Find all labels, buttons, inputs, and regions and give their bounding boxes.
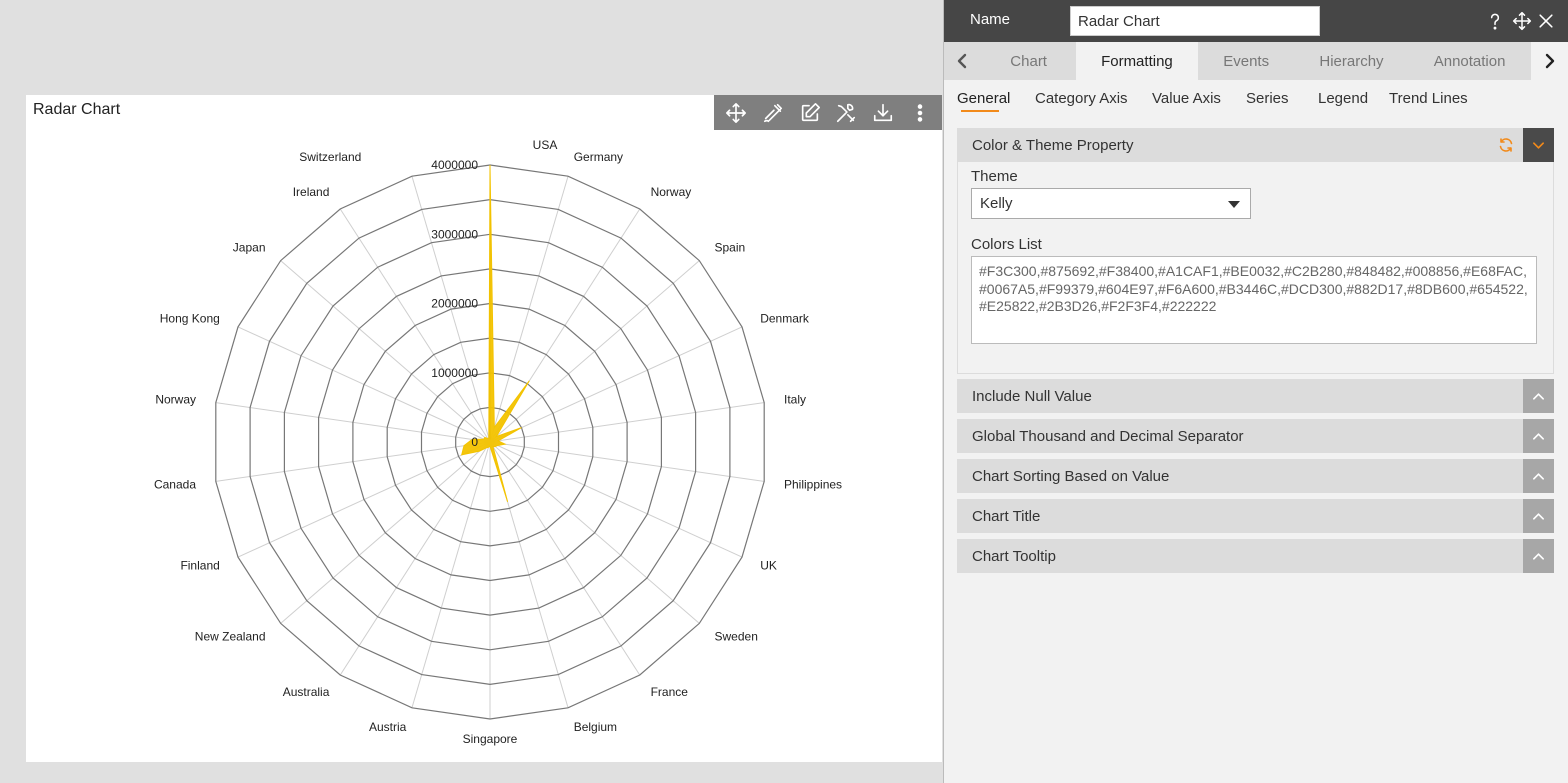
section-chart-title[interactable]: Chart Title: [957, 499, 1554, 533]
category-label: Austria: [369, 720, 407, 734]
refresh-icon[interactable]: [1498, 137, 1514, 153]
download-icon[interactable]: [868, 98, 898, 128]
category-label: Finland: [180, 558, 219, 572]
section-title: Chart Tooltip: [972, 548, 1056, 565]
chevron-down-icon[interactable]: [1523, 128, 1554, 162]
category-label: New Zealand: [195, 630, 266, 644]
tab-scroll-left-icon[interactable]: [944, 42, 981, 80]
radar-chart: 0 1000000 2000000 3000000 4000000 USA Germany N…: [154, 138, 842, 746]
category-label: Hong Kong: [160, 312, 220, 326]
section-title: Color & Theme Property: [972, 137, 1134, 154]
value-axis-tick-label: 2000000: [431, 297, 478, 311]
section-color-theme-property[interactable]: Color & Theme Property: [957, 128, 1554, 162]
category-label: Canada: [154, 477, 196, 491]
chevron-up-icon[interactable]: [1523, 459, 1554, 493]
subtab-legend[interactable]: Legend: [1318, 90, 1368, 107]
theme-label: Theme: [971, 168, 1018, 185]
panel-header: Name: [944, 0, 1568, 42]
move-icon[interactable]: [721, 98, 751, 128]
properties-panel: Name Chart Formatting Events Hierarchy A…: [943, 0, 1568, 783]
category-label: Japan: [233, 241, 266, 255]
tab-bar: Chart Formatting Events Hierarchy Annota…: [944, 42, 1568, 80]
chart-toolbar: [714, 95, 942, 130]
subtab-bar: General Category Axis Value Axis Series …: [944, 80, 1568, 128]
category-label: Australia: [283, 685, 330, 699]
value-axis-tick-label: 1000000: [431, 366, 478, 380]
close-icon[interactable]: [1535, 9, 1557, 33]
subtab-category-axis[interactable]: Category Axis: [1035, 90, 1128, 107]
category-label: Switzerland: [299, 150, 361, 164]
category-label: Norway: [155, 393, 196, 407]
section-chart-tooltip[interactable]: Chart Tooltip: [957, 539, 1554, 573]
subtab-general[interactable]: General: [957, 90, 1010, 107]
color-theme-body: Theme Kelly Colors List #F3C300,#875692,…: [957, 162, 1554, 374]
section-chart-sorting[interactable]: Chart Sorting Based on Value: [957, 459, 1554, 493]
category-label: Ireland: [293, 185, 330, 199]
value-axis-tick-label: 4000000: [431, 158, 478, 172]
chevron-up-icon[interactable]: [1523, 419, 1554, 453]
chart-card: 0 1000000 2000000 3000000 4000000 USA Germany N…: [26, 95, 942, 762]
tab-chart[interactable]: Chart: [981, 42, 1075, 80]
colors-list-textarea[interactable]: #F3C300,#875692,#F38400,#A1CAF1,#BE0032,…: [971, 256, 1537, 344]
chevron-up-icon[interactable]: [1523, 379, 1554, 413]
subtab-series[interactable]: Series: [1246, 90, 1289, 107]
name-input[interactable]: [1070, 6, 1320, 36]
active-subtab-indicator: [961, 110, 999, 112]
category-label: Philippines: [784, 477, 842, 491]
colors-list-label: Colors List: [971, 236, 1042, 253]
category-label: Spain: [715, 241, 746, 255]
edit-icon[interactable]: [795, 98, 825, 128]
section-title: Chart Sorting Based on Value: [972, 468, 1170, 485]
tab-scroll-right-icon[interactable]: [1530, 42, 1568, 80]
tools-icon[interactable]: [831, 98, 861, 128]
category-label: Belgium: [574, 720, 617, 734]
ruler-pen-icon[interactable]: [758, 98, 788, 128]
subtab-value-axis[interactable]: Value Axis: [1152, 90, 1221, 107]
category-label: Sweden: [715, 630, 758, 644]
category-label: UK: [760, 558, 777, 572]
chart-title: Radar Chart: [33, 101, 121, 118]
section-title: Global Thousand and Decimal Separator: [972, 428, 1244, 445]
tab-annotation[interactable]: Annotation: [1409, 42, 1531, 80]
category-label: Italy: [784, 393, 806, 407]
theme-select[interactable]: Kelly: [971, 188, 1251, 219]
tab-hierarchy[interactable]: Hierarchy: [1294, 42, 1408, 80]
value-axis-tick-label: 0: [471, 435, 478, 449]
section-thousand-decimal-separator[interactable]: Global Thousand and Decimal Separator: [957, 419, 1554, 453]
category-label: Singapore: [463, 732, 518, 746]
chevron-up-icon[interactable]: [1523, 539, 1554, 573]
category-label: USA: [533, 138, 558, 152]
section-title: Chart Title: [972, 508, 1041, 525]
tab-formatting[interactable]: Formatting: [1075, 42, 1198, 80]
tab-events[interactable]: Events: [1198, 42, 1294, 80]
more-vertical-icon[interactable]: [905, 98, 935, 128]
help-icon[interactable]: [1484, 9, 1506, 33]
theme-value: Kelly: [980, 195, 1013, 212]
move-icon[interactable]: [1511, 9, 1533, 33]
chevron-up-icon[interactable]: [1523, 499, 1554, 533]
value-axis-tick-label: 3000000: [431, 227, 478, 241]
category-label: France: [651, 685, 689, 699]
subtab-trend-lines[interactable]: Trend Lines: [1389, 90, 1468, 107]
category-label: Denmark: [760, 312, 810, 326]
category-label: Germany: [574, 150, 623, 164]
section-title: Include Null Value: [972, 388, 1092, 405]
caret-down-icon: [1228, 201, 1240, 208]
section-include-null-value[interactable]: Include Null Value: [957, 379, 1554, 413]
category-label: Norway: [651, 185, 692, 199]
name-label: Name: [970, 11, 1011, 28]
